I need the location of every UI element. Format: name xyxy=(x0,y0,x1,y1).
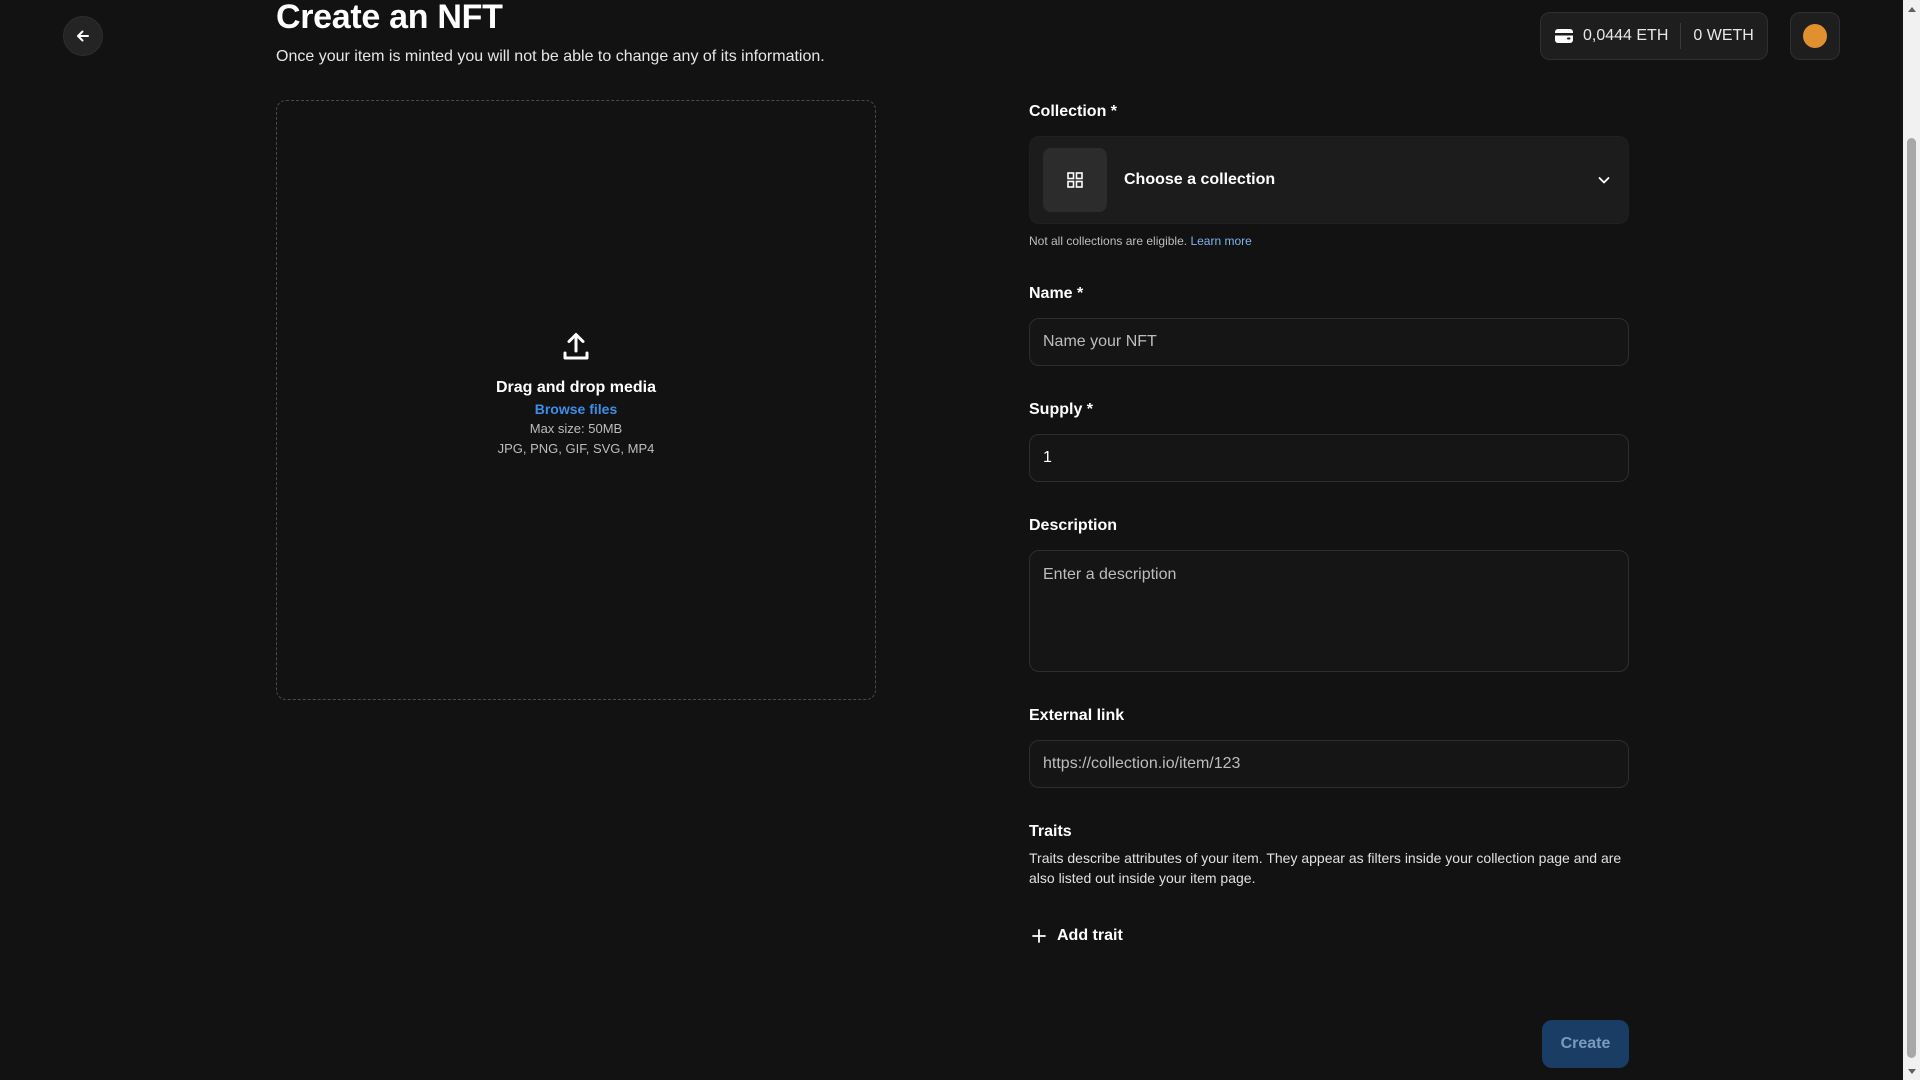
collection-placeholder xyxy=(1043,148,1107,212)
scroll-thumb[interactable] xyxy=(1907,138,1916,1058)
create-button[interactable]: Create xyxy=(1542,1020,1629,1068)
add-trait-label: Add trait xyxy=(1057,927,1123,944)
plus-icon xyxy=(1032,929,1046,943)
media-dropzone[interactable]: Drag and drop media Browse files Max siz… xyxy=(276,100,876,700)
browse-files-link[interactable]: Browse files xyxy=(535,399,617,419)
scroll-down-arrow[interactable] xyxy=(1903,1063,1920,1080)
avatar xyxy=(1803,24,1827,48)
add-trait-button[interactable]: Add trait xyxy=(1031,924,1123,948)
max-size-text: Max size: 50MB xyxy=(529,421,623,436)
external-link-label: External link xyxy=(1029,707,1125,724)
name-label: Name * xyxy=(1029,285,1084,302)
dropzone-title: Drag and drop media xyxy=(495,379,657,396)
learn-more-link[interactable]: Learn more xyxy=(1190,234,1251,248)
upload-icon xyxy=(563,333,589,360)
vertical-scrollbar[interactable] xyxy=(1903,0,1920,1080)
traits-label: Traits xyxy=(1029,823,1072,840)
collection-select[interactable]: Choose a collection xyxy=(1029,136,1629,224)
profile-button[interactable] xyxy=(1790,12,1840,60)
wallet-balance[interactable]: 0,0444 ETH 0 WETH xyxy=(1540,12,1768,60)
file-formats-text: JPG, PNG, GIF, SVG, MP4 xyxy=(497,441,655,456)
triangle-up-icon xyxy=(1907,6,1916,12)
description-label: Description xyxy=(1029,517,1118,534)
supply-input[interactable]: 1 xyxy=(1029,434,1629,482)
traits-description: Traits describe attributes of your item.… xyxy=(1029,850,1622,886)
grid-icon xyxy=(1067,172,1083,188)
collection-label: Collection * xyxy=(1029,103,1118,120)
name-input[interactable]: Name your NFT xyxy=(1029,318,1629,366)
chevron-down-icon xyxy=(1598,177,1610,184)
collection-hint-text: Not all collections are eligible. xyxy=(1029,234,1188,248)
weth-balance: 0 WETH xyxy=(1693,27,1754,44)
arrow-left-icon xyxy=(77,30,89,42)
scroll-up-arrow[interactable] xyxy=(1903,0,1920,17)
page-subtitle: Once your item is minted you will not be… xyxy=(276,48,825,65)
description-textarea[interactable]: Enter a description xyxy=(1029,550,1629,672)
collection-value: Choose a collection xyxy=(1124,171,1276,188)
create-nft-page: Create an NFT Once your item is minted y… xyxy=(0,0,1920,1080)
wallet-divider xyxy=(1680,23,1682,49)
page-title: Create an NFT xyxy=(276,0,503,36)
triangle-down-icon xyxy=(1907,1068,1916,1074)
eth-balance: 0,0444 ETH xyxy=(1583,27,1669,44)
collection-hint: Not all collections are eligible. Learn … xyxy=(1029,233,1252,249)
wallet-icon xyxy=(1555,29,1573,43)
external-link-input[interactable]: https://collection.io/item/123 xyxy=(1029,740,1629,788)
back-button[interactable] xyxy=(63,16,103,56)
supply-label: Supply * xyxy=(1029,401,1094,418)
